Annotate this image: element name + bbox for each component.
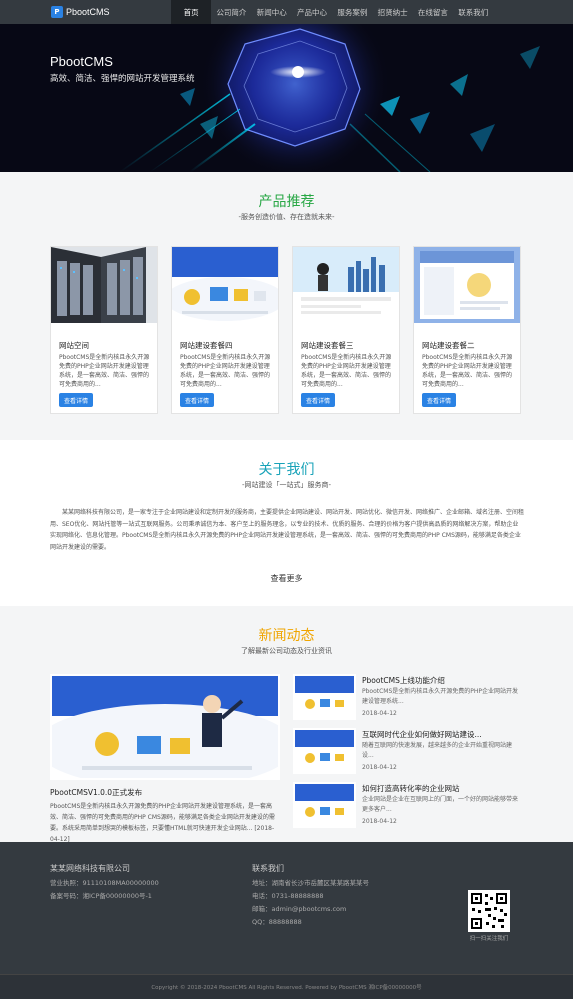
footer-contact-line: 地址：湖南省长沙市岳麓区某某路某某号 [252,879,369,887]
product-image[interactable] [172,247,278,323]
featured-news-title[interactable]: PbootCMSV1.0.0正式发布 [50,787,142,798]
news-item-title[interactable]: 如何打造高转化率的企业网站 [362,783,460,794]
product-title[interactable]: 网站建设套餐二 [422,340,475,351]
news-item-title[interactable]: PbootCMS上线功能介绍 [362,675,445,686]
product-card[interactable]: 网站建设套餐四 PbootCMS是全新内核且永久开源免费的PHP企业网站开发建设… [171,246,279,414]
view-details-button[interactable]: 查看详情 [59,393,93,407]
product-title[interactable]: 网站空间 [59,340,89,351]
nav-item-contact[interactable]: 联系我们 [453,0,493,24]
news-item-date: 2018-04-12 [362,764,397,771]
products-section: 产品推荐 -服务创造价值、存在造就未来- 网站空间 PbootCMS是全新内核且… [0,172,573,440]
footer-company-line: 备案号码：湘ICP备00000000号-1 [50,892,152,900]
product-title[interactable]: 网站建设套餐三 [301,340,354,351]
site-footer: 某某网络科技有限公司 营业执照：91110108MA00000000 备案号码：… [0,842,573,999]
nav-item-cases[interactable]: 服务案例 [332,0,372,24]
news-thumbnail[interactable] [293,728,356,774]
product-title[interactable]: 网站建设套餐四 [180,340,233,351]
product-card[interactable]: 网站建设套餐三 PbootCMS是全新内核且永久开源免费的PHP企业网站开发建设… [292,246,400,414]
product-desc: PbootCMS是全新内核且永久开源免费的PHP企业网站开发建设管理系统，是一套… [422,354,513,388]
news-section: 新闻动态 了解最新公司动态及行业资讯 PbootCMSV1.0.0正式发布 Pb… [0,606,573,845]
news-item-date: 2018-04-12 [362,710,397,717]
nav-item-jobs[interactable]: 招贤纳士 [372,0,412,24]
nav-item-news[interactable]: 新闻中心 [252,0,292,24]
product-image[interactable] [51,247,157,323]
product-image[interactable] [414,247,520,323]
copyright-bar: Copyright © 2018-2024 PbootCMS All Right… [0,974,573,999]
footer-company-line: 营业执照：91110108MA00000000 [50,879,159,887]
brand-link[interactable]: P PbootCMS [51,6,110,18]
product-image[interactable] [293,247,399,323]
product-desc: PbootCMS是全新内核且永久开源免费的PHP企业网站开发建设管理系统，是一套… [180,354,271,388]
top-navbar: P PbootCMS 首页 公司简介 新闻中心 产品中心 服务案例 招贤纳士 在… [0,0,573,24]
news-item-text: 随着互联网的快速发展，越来越多的企业开始重视网站建设... [362,742,513,759]
view-details-button[interactable]: 查看详情 [180,393,214,407]
product-card[interactable]: 网站建设套餐二 PbootCMS是全新内核且永久开源免费的PHP企业网站开发建设… [413,246,521,414]
brand-name: PbootCMS [66,7,110,17]
product-desc: PbootCMS是全新内核且永久开源免费的PHP企业网站开发建设管理系统，是一套… [59,354,150,388]
about-section: 关于我们 -网站建设「一站式」服务商- 某某网络科技有限公司，是一家专注于企业网… [0,440,573,606]
products-title: 产品推荐 [258,194,315,210]
footer-contact-line[interactable]: 邮箱：admin@pbootcms.com [252,903,369,916]
banner-subtitle: 高效、简洁、强悍的网站开发管理系统 [50,74,195,84]
about-text: 某某网络科技有限公司，是一家专注于企业网站建设和定制开发的服务商，主要提供企业网… [50,509,525,551]
footer-company: 某某网络科技有限公司 营业执照：91110108MA00000000 备案号码：… [50,862,159,903]
product-desc: PbootCMS是全新内核且永久开源免费的PHP企业网站开发建设管理系统，是一套… [301,354,392,388]
featured-news-summary: PbootCMS是全新内核且永久开源免费的PHP企业网站开发建设管理系统，是一套… [50,803,275,832]
news-list-item[interactable]: 互联网时代企业如何做好网站建设... 随着互联网的快速发展，越来越多的企业开始重… [293,728,525,776]
banner-title: PbootCMS [50,54,113,69]
view-details-button[interactable]: 查看详情 [422,393,456,407]
news-list-item[interactable]: PbootCMS上线功能介绍 PbootCMS是全新内核且永久开源免费的PHP企… [293,674,525,722]
footer-company-name: 某某网络科技有限公司 [50,864,130,873]
about-subtitle: -网站建设「一站式」服务商- [241,481,332,489]
nav-item-message[interactable]: 在线留言 [413,0,453,24]
news-list-item[interactable]: 如何打造高转化率的企业网站 企业网站是企业在互联网上的门面，一个好的网站能够带来… [293,782,525,830]
qr-code-icon [468,890,510,932]
footer-contact-line: 电话：0731-88888888 [252,892,324,900]
footer-contact-title: 联系我们 [252,864,284,873]
footer-contact: 联系我们 地址：湖南省长沙市岳麓区某某路某某号 电话：0731-88888888… [252,862,369,929]
nav-item-about[interactable]: 公司简介 [211,0,251,24]
featured-news-text: PbootCMS是全新内核且永久开源免费的PHP企业网站开发建设管理系统，是一套… [50,801,282,845]
news-thumbnail[interactable] [293,674,356,720]
featured-news-image[interactable] [50,674,280,780]
product-card[interactable]: 网站空间 PbootCMS是全新内核且永久开源免费的PHP企业网站开发建设管理系… [50,246,158,414]
nav-item-home[interactable]: 首页 [171,0,212,24]
news-thumbnail[interactable] [293,782,356,828]
logo-icon: P [51,6,63,18]
news-subtitle: 了解最新公司动态及行业资讯 [241,647,332,655]
nav-item-products[interactable]: 产品中心 [292,0,332,24]
nav-menu: 首页 公司简介 新闻中心 产品中心 服务案例 招贤纳士 在线留言 联系我们 [171,0,493,24]
news-title: 新闻动态 [258,628,315,644]
hero-banner[interactable]: PbootCMS 高效、简洁、强悍的网站开发管理系统 [0,24,573,172]
news-item-title[interactable]: 互联网时代企业如何做好网站建设... [362,729,482,740]
qr-label: 扫一扫关注我们 [469,936,509,942]
banner-artwork [0,24,573,172]
news-item-text: 企业网站是企业在互联网上的门面，一个好的网站能够带来更多客户... [362,796,519,813]
footer-contact-line: QQ：88888888 [252,918,302,926]
view-details-button[interactable]: 查看详情 [301,393,335,407]
products-subtitle: -服务创造价值、存在造就未来- [238,213,335,221]
news-item-date: 2018-04-12 [362,818,397,825]
about-title: 关于我们 [258,462,315,478]
view-more-link[interactable]: 查看更多 [0,573,573,584]
news-item-text: PbootCMS是全新内核且永久开源免费的PHP企业网站开发建设管理系统... [362,688,519,705]
